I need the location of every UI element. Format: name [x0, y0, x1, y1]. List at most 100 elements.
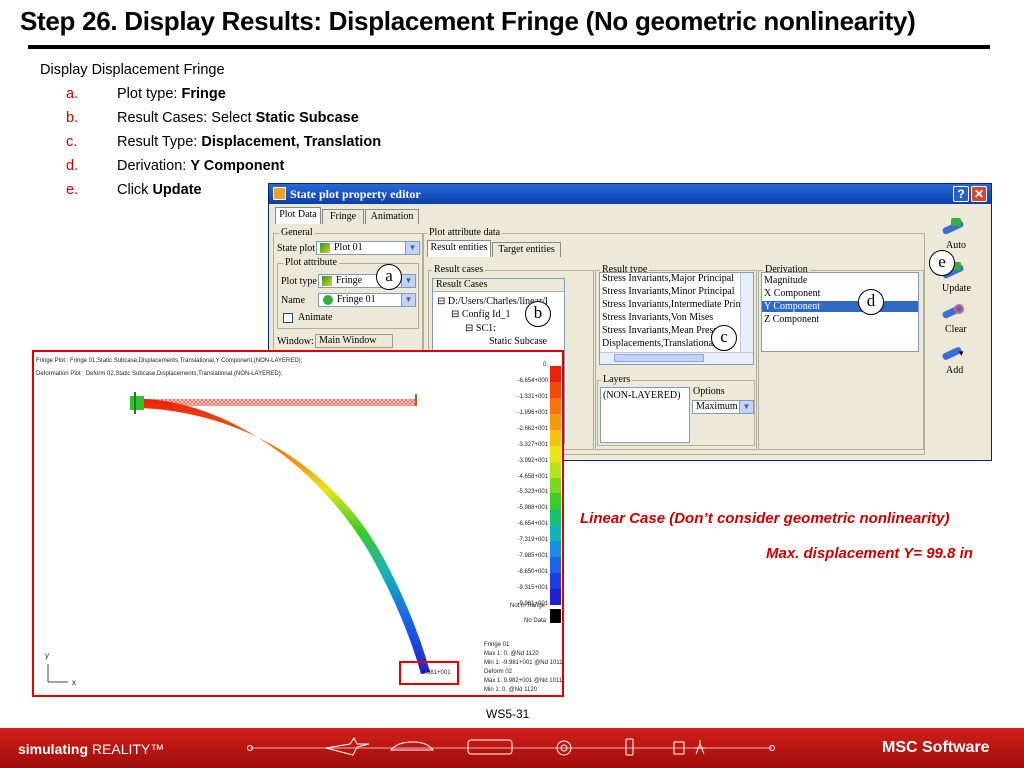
fixed-support	[130, 396, 144, 410]
app-icon	[273, 187, 286, 200]
result-cases-header: Result Cases	[433, 279, 564, 292]
legend-swatch	[550, 589, 561, 606]
info-line: Min 1: 0. @Nd 1120	[484, 687, 538, 693]
list-item-displacements[interactable]: Displacements,Translational	[602, 338, 716, 349]
clear-icon[interactable]	[941, 302, 965, 320]
plot-type-label: Plot type	[281, 276, 317, 287]
fringe-plot-viewport[interactable]: Fringe Plot : Fringe 01,Static Subcase,D…	[32, 350, 564, 697]
info-line: Deform 02	[484, 669, 513, 675]
legend-swatch	[550, 413, 561, 431]
state-plot-select[interactable]: Plot 01 ▼	[316, 241, 420, 255]
legend-swatch	[550, 557, 561, 574]
list-item-y-component[interactable]: Y Component	[762, 301, 918, 312]
options-select[interactable]: Maximum ▼	[692, 400, 754, 414]
result-cases-label: Result cases	[432, 264, 486, 275]
animate-checkbox[interactable]	[283, 313, 293, 323]
intro-text: Display Displacement Fringe	[40, 62, 225, 78]
info-line: Min 1: -9.981+001 @Nd 1011	[484, 660, 563, 666]
legend-value: -2.662+001	[517, 425, 548, 432]
legend-value: -7.985+001	[517, 553, 548, 560]
derivation-list[interactable]: Magnitude X Component Y Component Z Comp…	[761, 272, 919, 352]
chevron-down-icon[interactable]: ▼	[401, 275, 415, 287]
auto-icon[interactable]	[941, 218, 965, 236]
list-item[interactable]: (NON-LAYERED)	[603, 390, 680, 401]
linear-case-note: Linear Case (Don’t consider geometric no…	[580, 510, 950, 527]
help-button[interactable]: ?	[953, 186, 969, 202]
legend-swatch	[550, 445, 561, 463]
layers-list[interactable]: (NON-LAYERED)	[600, 387, 690, 443]
legend-value: -4.658+001	[517, 473, 548, 480]
phone-icon	[625, 738, 634, 756]
dialog-titlebar[interactable]: State plot property editor ? ✕	[269, 184, 991, 204]
chevron-down-icon[interactable]: ▼	[739, 401, 753, 413]
legend-value: -5.988+001	[517, 505, 548, 512]
list-item[interactable]: Magnitude	[762, 275, 918, 286]
footer-icon-strip	[247, 737, 775, 756]
state-plot-label: State plot	[277, 243, 316, 254]
legend-value: -7.319+001	[517, 537, 548, 544]
list-item[interactable]: Stress Invariants,Minor Principal	[602, 286, 734, 297]
callout-d: d	[858, 289, 884, 315]
legend-swatch	[550, 477, 561, 494]
deformed-beam-drawing	[47, 392, 459, 685]
add-button[interactable]: Add	[946, 365, 963, 376]
car-icon	[389, 741, 435, 751]
window-field[interactable]: Main Window	[315, 334, 393, 348]
auto-label[interactable]: Auto	[946, 240, 966, 251]
list-item[interactable]: Stress Invariants,Intermediate Princip	[602, 299, 753, 310]
animate-label: Animate	[298, 312, 333, 323]
tree-item-static-subcase[interactable]: Static Subcase	[489, 336, 547, 347]
close-button[interactable]: ✕	[971, 186, 987, 202]
train-icon	[467, 739, 513, 755]
tab-target-entities[interactable]: Target entities	[492, 242, 561, 257]
tab-result-entities[interactable]: Result entities	[427, 240, 491, 257]
legend-value: -8.650+001	[517, 569, 548, 576]
list-item[interactable]: Stress Invariants,Major Principal	[602, 273, 734, 284]
list-item[interactable]: X Component	[762, 288, 918, 299]
name-select[interactable]: Fringe 01 ▼	[318, 293, 416, 307]
undeformed-beam	[144, 399, 416, 406]
legend-value: -9.981+001	[517, 601, 548, 607]
no-data-swatch	[550, 609, 561, 623]
legend-swatch	[550, 573, 561, 590]
tree-item-sc1[interactable]: ⊟ SC1:	[465, 323, 496, 334]
fringe-icon	[322, 276, 332, 286]
legend-value: -6.654+000	[517, 377, 548, 384]
tab-plot-data[interactable]: Plot Data	[275, 207, 321, 224]
info-line: Max 1: 0. @Nd 1120	[484, 651, 539, 657]
legend-swatch	[550, 541, 561, 558]
page-number: WS5-31	[486, 707, 530, 721]
window-label: Window:	[277, 336, 314, 347]
callout-c: c	[711, 325, 737, 351]
add-icon[interactable]: ▾	[941, 344, 964, 362]
layers-label: Layers	[601, 374, 633, 385]
general-label: General	[279, 227, 315, 238]
axis-y-label: y	[45, 651, 49, 660]
tab-animation[interactable]: Animation	[365, 209, 419, 224]
chevron-down-icon[interactable]: ▼	[401, 294, 415, 306]
footer-slogan: simulating REALITY™	[18, 741, 165, 757]
list-item[interactable]: Z Component	[762, 314, 918, 325]
list-item[interactable]: Stress Invariants,Von Mises	[602, 312, 713, 323]
result-type-scrollbar[interactable]	[740, 273, 753, 353]
name-label: Name	[281, 295, 305, 306]
tab-fringe[interactable]: Fringe	[322, 209, 364, 224]
step-a: a. Plot type: Fringe	[66, 86, 226, 102]
scroll-thumb[interactable]	[614, 354, 704, 362]
chevron-down-icon[interactable]: ▼	[405, 242, 419, 254]
clear-button[interactable]: Clear	[945, 324, 967, 335]
tip-value-label: -9.981+001	[420, 670, 451, 676]
legend-value: -3.327+001	[517, 441, 548, 448]
result-type-list[interactable]: Stress Invariants,Major Principal Stress…	[599, 272, 754, 365]
title-divider	[28, 45, 990, 49]
no-data-label: No Data	[524, 618, 547, 624]
legend-value: -6.654+001	[517, 521, 548, 528]
legend-swatch	[550, 509, 561, 526]
legend-value: -1.331+001	[517, 393, 548, 400]
options-label: Options	[693, 386, 725, 397]
legend-swatch	[550, 429, 561, 447]
figure-icon	[695, 740, 705, 755]
tree-item-config[interactable]: ⊟ Config Id_1	[451, 309, 511, 320]
info-line: Fringe 01	[484, 642, 510, 648]
update-button[interactable]: Update	[942, 283, 971, 294]
